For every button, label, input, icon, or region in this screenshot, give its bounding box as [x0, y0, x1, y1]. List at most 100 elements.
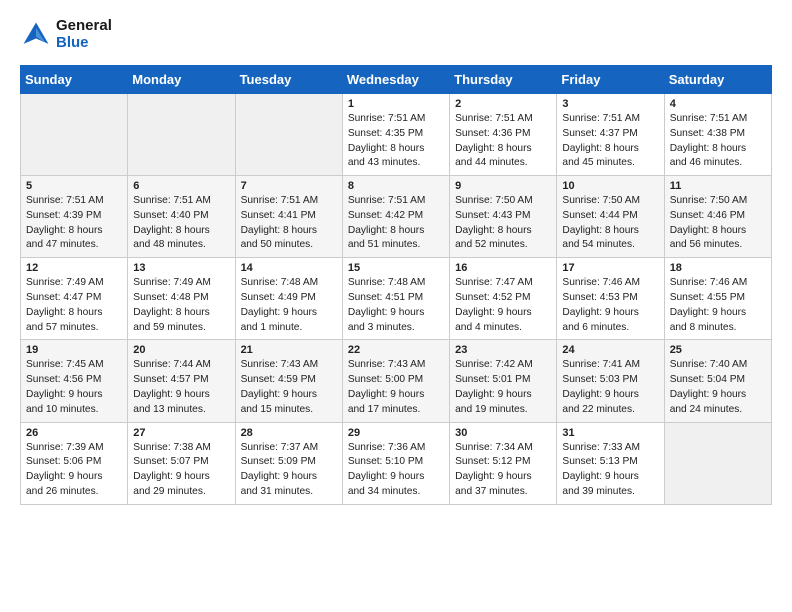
- day-cell: [128, 94, 235, 176]
- day-cell: 28 Sunrise: 7:37 AM Sunset: 5:09 PM Dayli…: [235, 422, 342, 504]
- weekday-header-sunday: Sunday: [21, 66, 128, 94]
- day-info: Sunrise: 7:50 AM Sunset: 4:43 PM Dayligh…: [455, 194, 551, 253]
- logo: General Blue: [20, 18, 112, 51]
- day-number: 11: [670, 180, 766, 192]
- weekday-header-row: SundayMondayTuesdayWednesdayThursdayFrid…: [21, 66, 772, 94]
- weekday-header-thursday: Thursday: [450, 66, 557, 94]
- day-info: Sunrise: 7:41 AM Sunset: 5:03 PM Dayligh…: [562, 358, 658, 417]
- day-number: 2: [455, 98, 551, 110]
- day-cell: 29 Sunrise: 7:36 AM Sunset: 5:10 PM Dayli…: [342, 422, 449, 504]
- week-row-3: 12 Sunrise: 7:49 AM Sunset: 4:47 PM Dayli…: [21, 258, 772, 340]
- day-number: 10: [562, 180, 658, 192]
- day-info: Sunrise: 7:49 AM Sunset: 4:47 PM Dayligh…: [26, 276, 122, 335]
- weekday-header-friday: Friday: [557, 66, 664, 94]
- day-cell: 30Sunrise: 7:34 AM Sunset: 5:12 PM Dayli…: [450, 422, 557, 504]
- week-row-2: 5Sunrise: 7:51 AM Sunset: 4:39 PM Daylig…: [21, 176, 772, 258]
- day-info: Sunrise: 7:49 AM Sunset: 4:48 PM Dayligh…: [133, 276, 229, 335]
- day-cell: 12 Sunrise: 7:49 AM Sunset: 4:47 PM Dayli…: [21, 258, 128, 340]
- day-info: Sunrise: 7:43 AM Sunset: 5:00 PM Dayligh…: [348, 358, 444, 417]
- day-cell: 4 Sunrise: 7:51 AM Sunset: 4:38 PM Daylig…: [664, 94, 771, 176]
- day-number: 6: [133, 180, 229, 192]
- day-info: Sunrise: 7:51 AM Sunset: 4:36 PM Dayligh…: [455, 112, 551, 171]
- calendar-table: SundayMondayTuesdayWednesdayThursdayFrid…: [20, 65, 772, 505]
- day-info: Sunrise: 7:48 AM Sunset: 4:49 PM Dayligh…: [241, 276, 337, 335]
- day-cell: 10 Sunrise: 7:50 AM Sunset: 4:44 PM Dayli…: [557, 176, 664, 258]
- day-cell: [664, 422, 771, 504]
- day-cell: [21, 94, 128, 176]
- day-info: Sunrise: 7:42 AM Sunset: 5:01 PM Dayligh…: [455, 358, 551, 417]
- day-info: Sunrise: 7:46 AM Sunset: 4:55 PM Dayligh…: [670, 276, 766, 335]
- day-number: 23: [455, 344, 551, 356]
- day-info: Sunrise: 7:43 AM Sunset: 4:59 PM Dayligh…: [241, 358, 337, 417]
- day-cell: 7Sunrise: 7:51 AM Sunset: 4:41 PM Daylig…: [235, 176, 342, 258]
- day-number: 29: [348, 427, 444, 439]
- day-info: Sunrise: 7:51 AM Sunset: 4:38 PM Dayligh…: [670, 112, 766, 171]
- day-cell: 6 Sunrise: 7:51 AM Sunset: 4:40 PM Daylig…: [128, 176, 235, 258]
- day-cell: 20 Sunrise: 7:44 AM Sunset: 4:57 PM Dayli…: [128, 340, 235, 422]
- header: General Blue: [20, 18, 772, 51]
- week-row-4: 19Sunrise: 7:45 AM Sunset: 4:56 PM Dayli…: [21, 340, 772, 422]
- day-number: 12: [26, 262, 122, 274]
- day-number: 21: [241, 344, 337, 356]
- day-cell: 23 Sunrise: 7:42 AM Sunset: 5:01 PM Dayli…: [450, 340, 557, 422]
- day-number: 27: [133, 427, 229, 439]
- day-number: 13: [133, 262, 229, 274]
- day-info: Sunrise: 7:44 AM Sunset: 4:57 PM Dayligh…: [133, 358, 229, 417]
- day-info: Sunrise: 7:51 AM Sunset: 4:39 PM Dayligh…: [26, 194, 122, 253]
- day-number: 18: [670, 262, 766, 274]
- day-info: Sunrise: 7:51 AM Sunset: 4:41 PM Dayligh…: [241, 194, 337, 253]
- day-number: 4: [670, 98, 766, 110]
- day-cell: 27 Sunrise: 7:38 AM Sunset: 5:07 PM Dayli…: [128, 422, 235, 504]
- day-number: 14: [241, 262, 337, 274]
- day-number: 28: [241, 427, 337, 439]
- day-cell: 5Sunrise: 7:51 AM Sunset: 4:39 PM Daylig…: [21, 176, 128, 258]
- day-cell: 11 Sunrise: 7:50 AM Sunset: 4:46 PM Dayli…: [664, 176, 771, 258]
- day-number: 15: [348, 262, 444, 274]
- day-cell: 17 Sunrise: 7:46 AM Sunset: 4:53 PM Dayli…: [557, 258, 664, 340]
- day-info: Sunrise: 7:51 AM Sunset: 4:42 PM Dayligh…: [348, 194, 444, 253]
- weekday-header-wednesday: Wednesday: [342, 66, 449, 94]
- day-info: Sunrise: 7:51 AM Sunset: 4:37 PM Dayligh…: [562, 112, 658, 171]
- day-number: 1: [348, 98, 444, 110]
- day-number: 20: [133, 344, 229, 356]
- day-cell: 25 Sunrise: 7:40 AM Sunset: 5:04 PM Dayli…: [664, 340, 771, 422]
- day-number: 31: [562, 427, 658, 439]
- day-info: Sunrise: 7:37 AM Sunset: 5:09 PM Dayligh…: [241, 441, 337, 500]
- day-info: Sunrise: 7:39 AM Sunset: 5:06 PM Dayligh…: [26, 441, 122, 500]
- day-cell: 9 Sunrise: 7:50 AM Sunset: 4:43 PM Daylig…: [450, 176, 557, 258]
- weekday-header-monday: Monday: [128, 66, 235, 94]
- day-number: 3: [562, 98, 658, 110]
- day-number: 9: [455, 180, 551, 192]
- page: General Blue SundayMondayTuesdayWednesda…: [0, 0, 792, 523]
- day-info: Sunrise: 7:50 AM Sunset: 4:44 PM Dayligh…: [562, 194, 658, 253]
- day-cell: 14 Sunrise: 7:48 AM Sunset: 4:49 PM Dayli…: [235, 258, 342, 340]
- day-cell: 2 Sunrise: 7:51 AM Sunset: 4:36 PM Daylig…: [450, 94, 557, 176]
- day-info: Sunrise: 7:46 AM Sunset: 4:53 PM Dayligh…: [562, 276, 658, 335]
- weekday-header-saturday: Saturday: [664, 66, 771, 94]
- day-cell: 31Sunrise: 7:33 AM Sunset: 5:13 PM Dayli…: [557, 422, 664, 504]
- day-number: 16: [455, 262, 551, 274]
- day-number: 24: [562, 344, 658, 356]
- day-number: 25: [670, 344, 766, 356]
- day-info: Sunrise: 7:47 AM Sunset: 4:52 PM Dayligh…: [455, 276, 551, 335]
- day-cell: 21 Sunrise: 7:43 AM Sunset: 4:59 PM Dayli…: [235, 340, 342, 422]
- day-cell: 19Sunrise: 7:45 AM Sunset: 4:56 PM Dayli…: [21, 340, 128, 422]
- day-info: Sunrise: 7:51 AM Sunset: 4:35 PM Dayligh…: [348, 112, 444, 171]
- day-info: Sunrise: 7:36 AM Sunset: 5:10 PM Dayligh…: [348, 441, 444, 500]
- day-number: 30: [455, 427, 551, 439]
- day-cell: 18 Sunrise: 7:46 AM Sunset: 4:55 PM Dayli…: [664, 258, 771, 340]
- weekday-header-tuesday: Tuesday: [235, 66, 342, 94]
- week-row-1: 1 Sunrise: 7:51 AM Sunset: 4:35 PM Daylig…: [21, 94, 772, 176]
- day-cell: 24 Sunrise: 7:41 AM Sunset: 5:03 PM Dayli…: [557, 340, 664, 422]
- day-info: Sunrise: 7:40 AM Sunset: 5:04 PM Dayligh…: [670, 358, 766, 417]
- day-cell: 1 Sunrise: 7:51 AM Sunset: 4:35 PM Daylig…: [342, 94, 449, 176]
- day-cell: 13 Sunrise: 7:49 AM Sunset: 4:48 PM Dayli…: [128, 258, 235, 340]
- day-info: Sunrise: 7:38 AM Sunset: 5:07 PM Dayligh…: [133, 441, 229, 500]
- day-info: Sunrise: 7:48 AM Sunset: 4:51 PM Dayligh…: [348, 276, 444, 335]
- day-number: 17: [562, 262, 658, 274]
- day-info: Sunrise: 7:45 AM Sunset: 4:56 PM Dayligh…: [26, 358, 122, 417]
- day-info: Sunrise: 7:51 AM Sunset: 4:40 PM Dayligh…: [133, 194, 229, 253]
- day-info: Sunrise: 7:50 AM Sunset: 4:46 PM Dayligh…: [670, 194, 766, 253]
- logo-icon: [20, 19, 52, 51]
- day-cell: 26Sunrise: 7:39 AM Sunset: 5:06 PM Dayli…: [21, 422, 128, 504]
